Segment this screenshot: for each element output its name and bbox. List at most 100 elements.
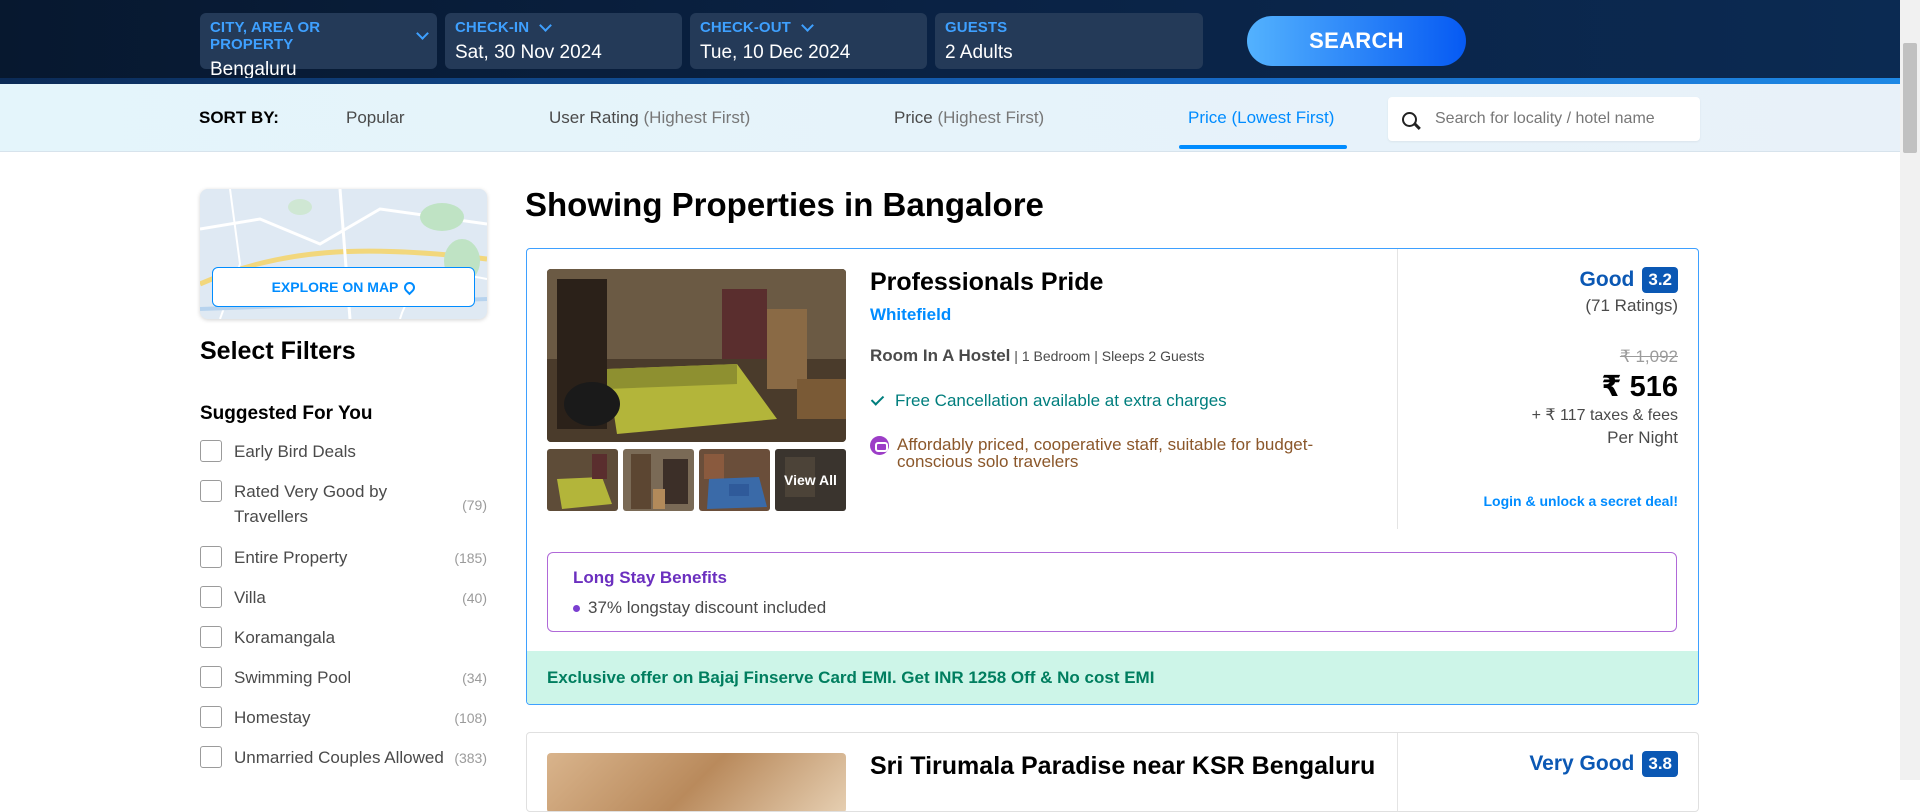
- active-sort-indicator: [1179, 145, 1347, 149]
- checkout-field[interactable]: CHECK-OUT Tue, 10 Dec 2024: [690, 13, 927, 69]
- results-heading: Showing Properties in Bangalore: [525, 186, 1044, 223]
- emi-offer-banner: Exclusive offer on Bajaj Finserve Card E…: [527, 651, 1698, 704]
- sort-option-main: Popular: [346, 108, 405, 127]
- hotel-main-photo[interactable]: [547, 269, 846, 442]
- chevron-down-icon: [539, 18, 553, 32]
- explore-on-map-button[interactable]: EXPLORE ON MAP: [212, 267, 475, 307]
- checkin-field[interactable]: CHECK-IN Sat, 30 Nov 2024: [445, 13, 682, 69]
- room-meta: | 1 Bedroom | Sleeps 2 Guests: [1010, 348, 1205, 364]
- long-stay-benefits: Long Stay Benefits 37% longstay discount…: [547, 552, 1677, 632]
- review-summary-text: Affordably priced, cooperative staff, su…: [897, 435, 1314, 471]
- map-preview[interactable]: EXPLORE ON MAP: [200, 189, 487, 319]
- chevron-down-icon: [801, 18, 814, 32]
- filter-checkbox[interactable]: [200, 546, 222, 568]
- view-all-label: View All: [775, 449, 846, 511]
- per-night-label: Per Night: [1607, 428, 1678, 447]
- room-type-name: Room In A Hostel: [870, 346, 1011, 365]
- filter-count: (34): [462, 670, 487, 686]
- sort-popular[interactable]: Popular: [346, 108, 405, 128]
- hotel-thumbnail[interactable]: [547, 449, 618, 511]
- city-field-label: CITY, AREA OR PROPERTY: [210, 19, 321, 53]
- filter-rated-very-good[interactable]: Rated Very Good by Travellers (79): [200, 480, 487, 529]
- hotel-card[interactable]: View All Professionals Pride Whitefield …: [526, 248, 1699, 705]
- filter-unmarried-couples[interactable]: Unmarried Couples Allowed (383): [200, 746, 487, 770]
- long-stay-title: Long Stay Benefits: [573, 568, 727, 587]
- filter-label: Entire Property: [234, 548, 348, 567]
- hotel-name[interactable]: Professionals Pride: [870, 268, 1103, 297]
- select-filters-heading: Select Filters: [200, 337, 356, 365]
- map-pin-icon: [402, 279, 418, 295]
- rating: Very Good 3.8: [1529, 751, 1678, 777]
- filter-villa[interactable]: Villa (40): [200, 586, 487, 610]
- rating-badge: 3.2: [1642, 267, 1678, 293]
- sort-price-high[interactable]: Price (Highest First): [894, 108, 1044, 128]
- filter-koramangala[interactable]: Koramangala: [200, 626, 487, 650]
- hotel-card[interactable]: Sri Tirumala Paradise near KSR Bengaluru…: [526, 732, 1699, 812]
- checkin-field-label: CHECK-IN: [455, 19, 530, 36]
- filter-label: Early Bird Deals: [234, 442, 356, 461]
- filter-checkbox[interactable]: [200, 746, 222, 768]
- sort-option-main: Price: [894, 108, 933, 127]
- check-icon: [870, 392, 885, 406]
- long-stay-item-text: 37% longstay discount included: [588, 598, 827, 617]
- filter-count: (185): [454, 550, 487, 566]
- room-type: Room In A Hostel | 1 Bedroom | Sleeps 2 …: [870, 346, 1204, 366]
- explore-on-map-label: EXPLORE ON MAP: [271, 279, 399, 295]
- filter-label: Homestay: [234, 708, 311, 727]
- hotel-location[interactable]: Whitefield: [870, 305, 951, 325]
- locality-search-input[interactable]: [1435, 110, 1685, 128]
- locality-search-box[interactable]: [1388, 97, 1700, 141]
- filter-entire-property[interactable]: Entire Property (185): [200, 546, 487, 570]
- sort-option-sub: (Highest First): [643, 108, 751, 127]
- hotel-main-photo[interactable]: [547, 753, 846, 811]
- sort-user-rating[interactable]: User Rating (Highest First): [549, 108, 750, 128]
- sort-bar: SORT BY: Popular User Rating (Highest Fi…: [0, 84, 1900, 152]
- sort-price-low[interactable]: Price (Lowest First): [1188, 108, 1334, 128]
- guests-field-value: 2 Adults: [945, 42, 1013, 63]
- filter-early-bird-deals[interactable]: Early Bird Deals: [200, 440, 487, 464]
- hotel-thumbnail[interactable]: [699, 449, 770, 511]
- hotel-name[interactable]: Sri Tirumala Paradise near KSR Bengaluru: [870, 752, 1375, 781]
- filter-checkbox[interactable]: [200, 666, 222, 688]
- sort-option-main: Price: [1188, 108, 1227, 127]
- scrollbar-thumb[interactable]: [1903, 43, 1917, 153]
- long-stay-item: 37% longstay discount included: [573, 598, 1651, 618]
- filter-label: Villa: [234, 588, 266, 607]
- filter-checkbox[interactable]: [200, 706, 222, 728]
- review-summary-icon: [870, 436, 889, 455]
- rating-word: Good: [1579, 268, 1635, 291]
- city-field-value: Bengaluru: [210, 59, 297, 80]
- checkin-field-value: Sat, 30 Nov 2024: [455, 42, 602, 63]
- card-divider: [1397, 733, 1398, 811]
- taxes-and-fees: + ₹ 117 taxes & fees: [1531, 407, 1678, 424]
- filter-label: Swimming Pool: [234, 668, 352, 687]
- filter-checkbox[interactable]: [200, 586, 222, 608]
- filter-count: (40): [462, 590, 487, 606]
- filter-count: (383): [454, 750, 487, 766]
- filter-checkbox[interactable]: [200, 480, 222, 502]
- search-button[interactable]: SEARCH: [1247, 16, 1466, 66]
- login-secret-deal-link[interactable]: Login & unlock a secret deal!: [1484, 493, 1679, 509]
- rating-count: (71 Ratings): [1585, 296, 1678, 315]
- filter-checkbox[interactable]: [200, 440, 222, 462]
- city-field[interactable]: CITY, AREA OR PROPERTY Bengaluru: [200, 13, 437, 80]
- rating-badge: 3.8: [1642, 751, 1678, 777]
- review-summary: Affordably priced, cooperative staff, su…: [870, 436, 1340, 470]
- free-cancellation-text: Free Cancellation available at extra cha…: [895, 391, 1227, 410]
- guests-field[interactable]: GUESTS 2 Adults: [935, 13, 1203, 69]
- checkout-field-label: CHECK-OUT: [700, 19, 791, 36]
- search-icon: [1402, 111, 1417, 127]
- guests-field-label: GUESTS: [945, 19, 1008, 36]
- sort-by-label: SORT BY:: [199, 108, 279, 127]
- card-divider: [1397, 249, 1398, 529]
- filter-swimming-pool[interactable]: Swimming Pool (34): [200, 666, 487, 690]
- filter-label: Koramangala: [234, 628, 336, 647]
- original-price: ₹ 1,092: [1619, 347, 1678, 366]
- search-header: CITY, AREA OR PROPERTY Bengaluru CHECK-I…: [0, 0, 1900, 84]
- suggested-for-you-heading: Suggested For You: [200, 403, 373, 424]
- filter-checkbox[interactable]: [200, 626, 222, 648]
- free-cancellation-note: Free Cancellation available at extra cha…: [870, 391, 1227, 411]
- hotel-thumbnail[interactable]: [623, 449, 694, 511]
- view-all-photos[interactable]: View All: [775, 449, 846, 511]
- filter-homestay[interactable]: Homestay (108): [200, 706, 487, 730]
